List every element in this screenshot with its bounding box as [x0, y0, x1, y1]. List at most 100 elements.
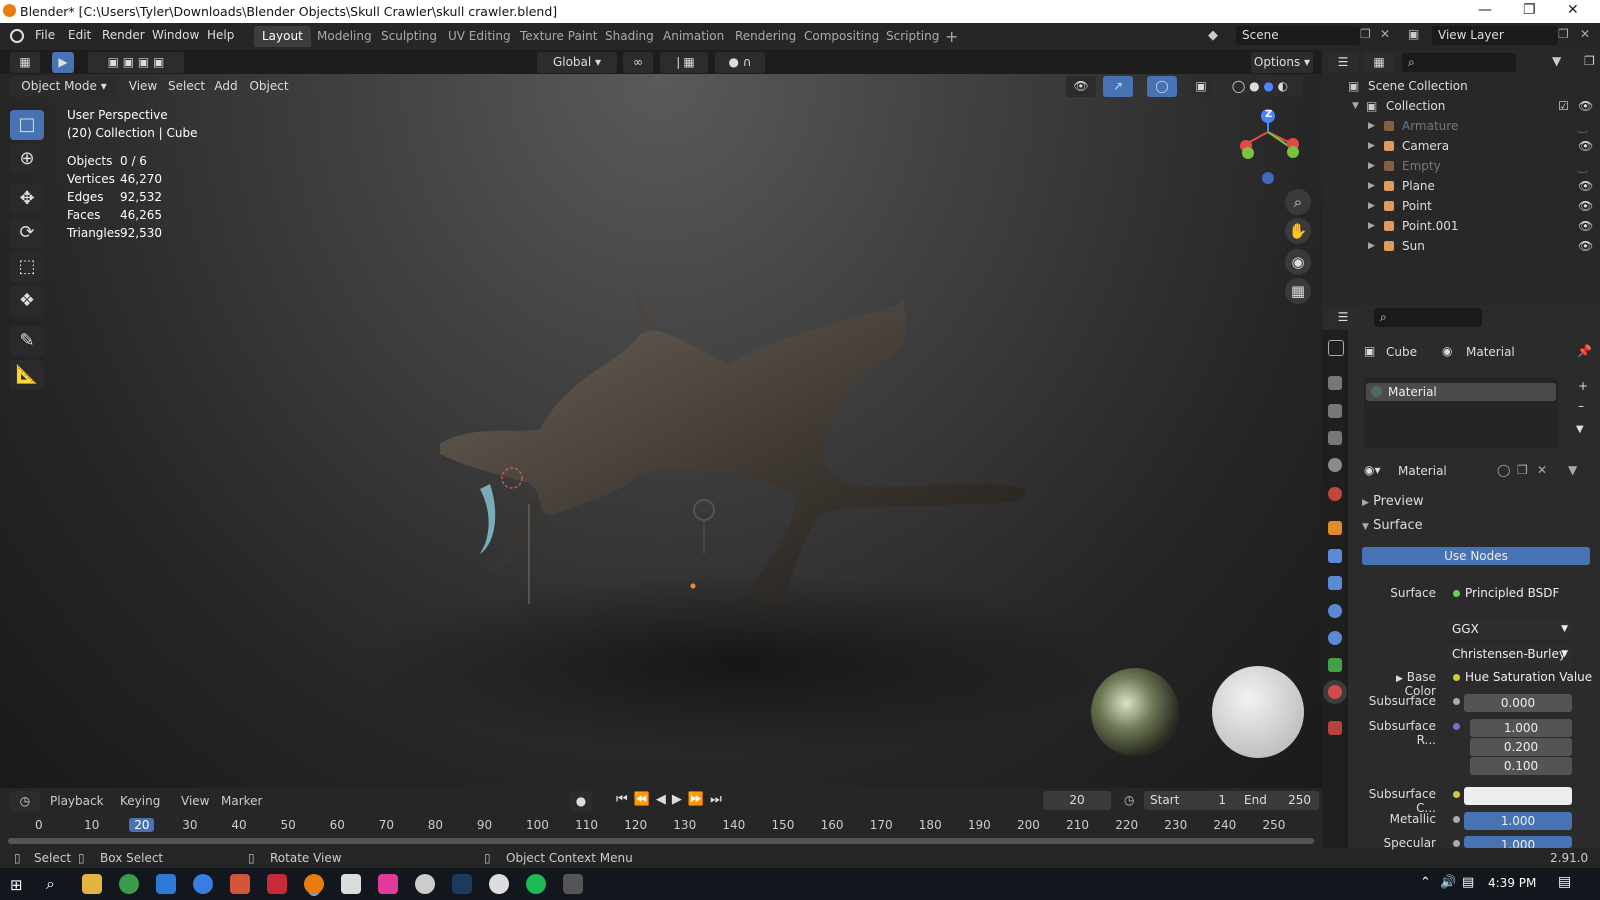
app-icon[interactable]	[230, 874, 250, 894]
timeline-tick[interactable]: 120	[624, 818, 647, 832]
timeline-tick[interactable]: 70	[379, 818, 394, 832]
outliner-item[interactable]: ▶ Empty ‿	[1322, 156, 1600, 176]
mail-icon[interactable]	[156, 874, 176, 894]
eye-icon[interactable]: 👁	[1578, 176, 1593, 196]
clock-time[interactable]: 4:39 PM	[1488, 876, 1536, 890]
timeline-menu-playback[interactable]: Playback	[50, 794, 104, 808]
zoom-app-icon[interactable]	[193, 874, 213, 894]
subsurface-color-swatch[interactable]	[1464, 787, 1572, 805]
select-box-tool[interactable]: □	[10, 110, 44, 140]
timeline-tick[interactable]: 230	[1164, 818, 1187, 832]
remove-slot-icon[interactable]: –	[1578, 399, 1584, 413]
new-scene-icon[interactable]: ❐	[1360, 27, 1371, 41]
metallic-field[interactable]: 1.000	[1464, 812, 1572, 830]
menu-help[interactable]: Help	[207, 28, 234, 42]
texture-tab-icon[interactable]	[1328, 721, 1342, 735]
timeline-tick[interactable]: 220	[1115, 818, 1138, 832]
new-collection-icon[interactable]: ❐	[1584, 54, 1595, 68]
outliner-item[interactable]: ▶ Sun 👁	[1322, 236, 1600, 256]
visibility-icon[interactable]: 👁	[1066, 76, 1096, 97]
menu-render[interactable]: Render	[102, 28, 145, 42]
timeline-tick[interactable]: 140	[722, 818, 745, 832]
app-icon[interactable]	[341, 874, 361, 894]
ortho-grid-icon[interactable]: ▦	[1285, 278, 1311, 304]
collection-checkbox[interactable]: ☑	[1558, 96, 1569, 116]
annotate-tool[interactable]: ✎	[10, 326, 44, 356]
move-tool[interactable]: ✥	[10, 184, 44, 214]
subsurface-radius-x[interactable]: 1.000	[1470, 719, 1572, 737]
outliner-item[interactable]: ▶ Point.001 👁	[1322, 216, 1600, 236]
timeline-scrollbar[interactable]	[8, 838, 1314, 844]
specular-field[interactable]: 1.000	[1464, 836, 1572, 848]
transform-tool[interactable]: ❖	[10, 286, 44, 316]
windows-start-icon[interactable]: ⊞	[10, 876, 23, 894]
timeline-tick[interactable]: 210	[1066, 818, 1089, 832]
outliner-scene-collection[interactable]: ▣ Scene Collection	[1322, 76, 1600, 96]
current-frame-indicator[interactable]: 20	[129, 818, 155, 832]
surface-shader-field[interactable]: Principled BSDF	[1465, 586, 1559, 600]
pin-icon[interactable]: 📌	[1577, 344, 1592, 358]
xray-icon[interactable]: ▣	[1191, 76, 1211, 97]
eye-icon[interactable]: 👁	[1578, 236, 1593, 256]
add-slot-icon[interactable]: +	[1578, 379, 1588, 393]
menu-select[interactable]: Select	[168, 76, 205, 97]
tab-rendering[interactable]: Rendering	[727, 26, 804, 47]
distribution-select[interactable]: GGX ▼	[1446, 620, 1572, 638]
view-layer-icon[interactable]: ▣	[1408, 27, 1419, 41]
timeline-tick[interactable]: 60	[330, 818, 345, 832]
timeline-tick[interactable]: 170	[870, 818, 893, 832]
timeline-editor-type-icon[interactable]: ◷	[10, 791, 40, 812]
timeline-tick[interactable]: 50	[281, 818, 296, 832]
link-icon[interactable]: ▼	[1568, 463, 1577, 477]
minimize-icon[interactable]: —	[1478, 2, 1492, 18]
zoom-icon[interactable]: ⌕	[1285, 189, 1311, 215]
duplicate-material-icon[interactable]: ❐	[1517, 463, 1528, 477]
timeline-tick[interactable]: 90	[477, 818, 492, 832]
tab-sculpting[interactable]: Sculpting	[373, 26, 445, 47]
timeline-tick[interactable]: 160	[821, 818, 844, 832]
network-icon[interactable]: ▤	[1462, 875, 1474, 890]
search-icon[interactable]: ⌕	[46, 874, 55, 894]
outliner-item[interactable]: ▶ Camera 👁	[1322, 136, 1600, 156]
data-tab-icon[interactable]	[1328, 658, 1342, 672]
proportional-edit-icon[interactable]: ● ∩	[715, 52, 765, 73]
new-view-layer-icon[interactable]: ❐	[1558, 27, 1569, 41]
options-menu[interactable]: Options ▾	[1251, 52, 1313, 73]
expand-icon[interactable]: ▶	[1368, 176, 1375, 196]
preview-panel[interactable]: ▶ Preview	[1362, 494, 1424, 509]
timeline-tick[interactable]: 190	[968, 818, 991, 832]
breadcrumb-material[interactable]: Material	[1466, 345, 1515, 359]
gizmo-toggle-icon[interactable]: ↗	[1103, 76, 1133, 97]
object-tab-icon[interactable]	[1328, 521, 1342, 535]
mode-select[interactable]: Object Mode ▾	[10, 76, 118, 97]
expand-icon[interactable]: ▼	[1352, 96, 1359, 116]
app-icon[interactable]	[267, 874, 287, 894]
select-mode-icon[interactable]: ▶	[52, 52, 74, 73]
properties-editor-type-icon[interactable]: ☰	[1328, 307, 1358, 328]
measure-tool[interactable]: 📐	[10, 360, 44, 390]
timeline-tick[interactable]: 30	[182, 818, 197, 832]
timeline-tick[interactable]: 80	[428, 818, 443, 832]
notifications-icon[interactable]: ▤	[1558, 874, 1571, 890]
tab-shading[interactable]: Shading	[597, 26, 662, 47]
subsurface-field[interactable]: 0.000	[1464, 694, 1572, 712]
blender-menu-icon[interactable]	[10, 29, 24, 43]
breadcrumb-object[interactable]: Cube	[1386, 345, 1417, 359]
outliner-editor-type-icon[interactable]: ☰	[1328, 52, 1358, 73]
material-name-field[interactable]: Material	[1392, 462, 1486, 481]
timeline-tick[interactable]: 240	[1213, 818, 1236, 832]
expand-icon[interactable]: ▶	[1368, 136, 1375, 156]
expand-icon[interactable]: ▶	[1368, 236, 1375, 256]
output-tab-icon[interactable]	[1328, 404, 1342, 418]
menu-object[interactable]: Object	[249, 76, 289, 97]
transform-orientation-select[interactable]: Global ▾	[537, 52, 617, 73]
expand-icon[interactable]: ▶	[1368, 116, 1375, 136]
eye-icon[interactable]: 👁	[1578, 196, 1593, 216]
record-icon[interactable]: ●	[570, 791, 592, 812]
rotate-tool[interactable]: ⟳	[10, 218, 44, 248]
app-icon[interactable]	[563, 874, 583, 894]
physics-tab-icon[interactable]	[1328, 604, 1342, 618]
tab-uv-editing[interactable]: UV Editing	[440, 26, 519, 47]
tab-compositing[interactable]: Compositing	[796, 26, 887, 47]
cursor-tool[interactable]: ⊕	[10, 144, 44, 174]
